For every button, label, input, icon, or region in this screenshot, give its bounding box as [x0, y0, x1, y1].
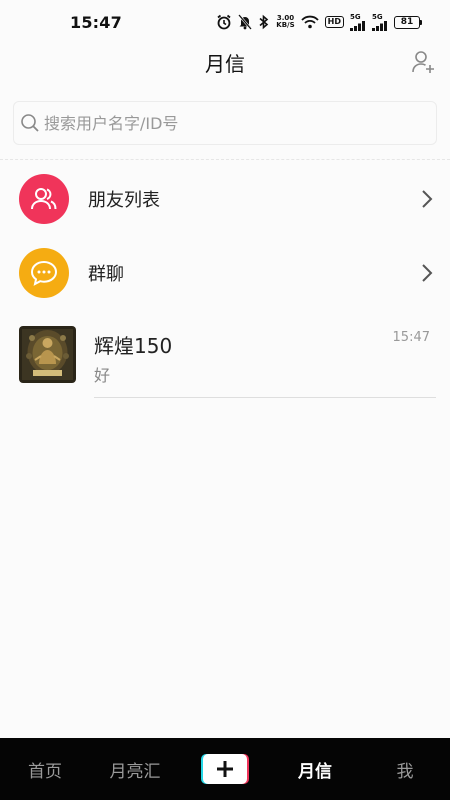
status-time: 15:47 — [70, 12, 122, 32]
create-button[interactable] — [201, 752, 249, 786]
signal-1-label: 5G — [350, 12, 361, 21]
status-icons: 3.00 KB/S HD 5G 5G 81 — [216, 12, 422, 32]
group-chat-icon-circle — [19, 248, 69, 298]
chevron-right-icon — [422, 264, 433, 282]
group-chat-row[interactable]: 群聊 — [0, 237, 450, 309]
search-input[interactable] — [44, 113, 404, 133]
contact-name: 辉煌150 — [94, 334, 173, 358]
nav-home[interactable]: 首页 — [14, 738, 76, 800]
plus-icon — [201, 754, 249, 784]
bluetooth-icon — [258, 14, 270, 30]
net-speed-unit: KB/S — [276, 21, 295, 29]
buddha-painting-avatar — [19, 326, 76, 383]
add-friend-button[interactable] — [410, 48, 438, 76]
nav-me[interactable]: 我 — [380, 738, 430, 800]
hd-badge: HD — [324, 16, 344, 28]
add-user-icon — [412, 51, 434, 73]
friend-list-label: 朋友列表 — [88, 190, 160, 211]
wifi-icon — [301, 15, 319, 29]
search-box[interactable] — [13, 101, 437, 145]
friend-list-row[interactable]: 朋友列表 — [0, 163, 450, 235]
network-speed: 3.00 KB/S — [276, 15, 294, 29]
signal-bars-icon — [372, 20, 387, 31]
conversation-item[interactable]: 辉煌150 15:47 好 — [0, 318, 450, 400]
nav-messages[interactable]: 月信 — [284, 738, 346, 800]
header: 月信 — [0, 44, 450, 80]
chat-bubble-icon — [30, 260, 58, 286]
battery-icon: 81 — [394, 15, 422, 29]
chevron-right-icon — [422, 190, 433, 208]
signal-bars-icon — [350, 20, 365, 31]
group-chat-label: 群聊 — [88, 264, 124, 285]
message-time: 15:47 — [392, 330, 430, 345]
signal-2-label: 5G — [372, 12, 383, 21]
status-bar: 15:47 3.00 KB/S HD 5G 5G 81 — [0, 0, 450, 44]
battery-level: 81 — [394, 15, 420, 29]
signal-2: 5G — [372, 12, 388, 31]
message-preview: 好 — [94, 366, 111, 385]
alarm-icon — [216, 14, 232, 30]
search-icon — [21, 114, 39, 132]
mute-bell-icon — [238, 14, 253, 30]
page-title: 月信 — [205, 51, 245, 76]
avatar[interactable] — [19, 326, 76, 383]
divider — [94, 397, 436, 398]
divider — [0, 159, 450, 160]
friend-list-icon-circle — [19, 174, 69, 224]
nav-moon-hub[interactable]: 月亮汇 — [100, 738, 170, 800]
users-icon — [31, 188, 57, 210]
bottom-nav: 首页 月亮汇 月信 我 — [0, 738, 450, 800]
signal-1: 5G — [350, 12, 366, 31]
